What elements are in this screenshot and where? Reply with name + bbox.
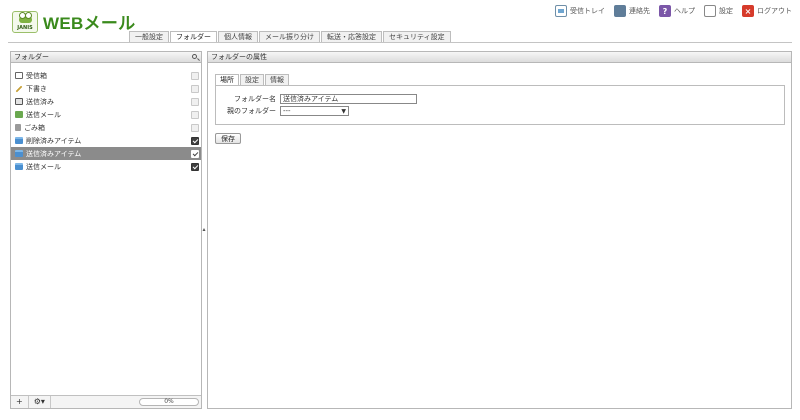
folder-item-inbox[interactable]: 受信箱 xyxy=(11,69,201,82)
folder-label: 送信済み xyxy=(26,97,54,106)
nav-settings[interactable]: 設定 xyxy=(704,5,733,17)
nav-logout[interactable]: × ログアウト xyxy=(742,5,792,17)
folder-label: 下書き xyxy=(26,84,47,93)
folder-name-row: フォルダー名 xyxy=(216,94,417,104)
folder-label: 送信メール xyxy=(26,110,61,119)
nav-inbox[interactable]: 受信トレイ xyxy=(555,5,605,17)
nav-address-book[interactable]: 連絡先 xyxy=(614,5,650,17)
logo-frog-icon xyxy=(19,11,32,23)
save-button[interactable]: 保存 xyxy=(215,133,241,144)
draft-pencil-icon xyxy=(15,84,23,93)
folder-label: ごみ箱 xyxy=(24,123,45,132)
logout-icon: × xyxy=(742,5,754,17)
folder-item-outbox[interactable]: 送信メール xyxy=(11,108,201,121)
subscribe-checkbox[interactable] xyxy=(191,150,199,158)
folder-label: 送信メール xyxy=(26,162,61,171)
folder-item-sent-items[interactable]: 送信済みアイテム xyxy=(11,147,201,160)
inbox-folder-icon xyxy=(15,72,23,79)
folder-label: 受信箱 xyxy=(26,71,47,80)
subscribe-checkbox[interactable] xyxy=(191,163,199,171)
folder-icon xyxy=(15,163,23,170)
quota-text: 0% xyxy=(164,398,174,405)
parent-folder-row: 親のフォルダー --- ▼ xyxy=(216,106,349,116)
logo-badge: JANIS xyxy=(12,10,38,33)
folder-label: 削除済みアイテム xyxy=(26,136,82,145)
folder-item-drafts[interactable]: 下書き xyxy=(11,82,201,95)
location-form: フォルダー名 親のフォルダー --- ▼ xyxy=(215,85,785,125)
inbox-icon xyxy=(555,5,567,17)
folder-panel-footer: + ⚙▾ 0% xyxy=(11,395,201,408)
subscribe-checkbox xyxy=(191,72,199,80)
trash-icon xyxy=(15,124,21,131)
folder-label: 送信済みアイテム xyxy=(26,149,82,158)
tab-location[interactable]: 場所 xyxy=(215,74,239,85)
folder-item-sent-mail[interactable]: 送信メール xyxy=(11,160,201,173)
folder-list: 受信箱 下書き 送信済み 送信メール ごみ箱 削除済みアイテム 送信済みアイテム… xyxy=(11,63,201,173)
parent-folder-label: 親のフォルダー xyxy=(227,107,276,115)
nav-settings-label: 設定 xyxy=(719,7,733,15)
nav-help-label: ヘルプ xyxy=(674,7,695,15)
subscribe-checkbox xyxy=(191,98,199,106)
add-folder-button[interactable]: + xyxy=(11,396,29,408)
top-navigation: 受信トレイ 連絡先 ? ヘルプ 設定 × ログアウト xyxy=(546,5,792,17)
help-icon: ? xyxy=(659,5,671,17)
nav-logout-label: ログアウト xyxy=(757,7,792,15)
quota-progress-bar: 0% xyxy=(139,398,199,406)
parent-folder-select[interactable]: --- ▼ xyxy=(280,106,349,116)
nav-inbox-label: 受信トレイ xyxy=(570,7,605,15)
sent-folder-icon xyxy=(15,98,23,105)
folder-properties-panel: フォルダーの属性 場所 設定 情報 フォルダー名 親のフォルダー --- ▼ 保… xyxy=(207,51,792,409)
properties-panel-title: フォルダーの属性 xyxy=(211,53,267,61)
folder-name-label: フォルダー名 xyxy=(234,95,276,103)
subscribe-checkbox[interactable] xyxy=(191,137,199,145)
nav-help[interactable]: ? ヘルプ xyxy=(659,5,695,17)
tab-divider xyxy=(8,42,792,43)
search-icon[interactable] xyxy=(192,54,197,59)
parent-folder-value: --- xyxy=(283,107,291,115)
subscribe-checkbox xyxy=(191,111,199,119)
subscribe-checkbox xyxy=(191,85,199,93)
tab-folder-settings[interactable]: 設定 xyxy=(240,74,264,85)
folder-icon xyxy=(15,137,23,144)
folder-item-trash[interactable]: ごみ箱 xyxy=(11,121,201,134)
address-book-icon xyxy=(614,5,626,17)
tab-info[interactable]: 情報 xyxy=(265,74,289,85)
folder-panel-title: フォルダー xyxy=(14,53,49,61)
nav-address-book-label: 連絡先 xyxy=(629,7,650,15)
folder-item-deleted-items[interactable]: 削除済みアイテム xyxy=(11,134,201,147)
folder-panel: フォルダー 受信箱 下書き 送信済み 送信メール ごみ箱 削除済みアイテム 送信… xyxy=(10,51,202,409)
folder-actions-menu-button[interactable]: ⚙▾ xyxy=(29,396,51,408)
folder-icon xyxy=(15,150,23,157)
logo-sub-text: JANIS xyxy=(17,24,33,31)
folder-item-sent[interactable]: 送信済み xyxy=(11,95,201,108)
properties-tabs: 場所 設定 情報 xyxy=(215,74,290,85)
chevron-down-icon: ▼ xyxy=(341,108,346,115)
app-logo: JANIS WEBメール xyxy=(12,9,135,34)
settings-icon xyxy=(704,5,716,17)
folder-panel-header: フォルダー xyxy=(11,52,201,63)
subscribe-checkbox xyxy=(191,124,199,132)
app-title: WEBメール xyxy=(43,14,136,33)
outbox-icon xyxy=(15,111,23,118)
folder-name-input[interactable] xyxy=(280,94,417,104)
panel-splitter-handle[interactable]: ▴ xyxy=(202,226,206,234)
properties-panel-header: フォルダーの属性 xyxy=(208,52,791,63)
